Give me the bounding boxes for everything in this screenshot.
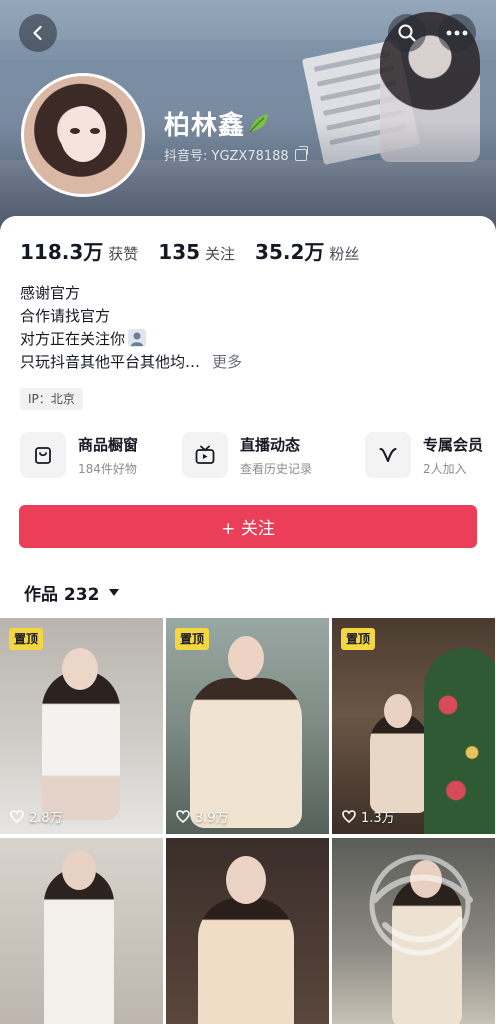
- bio-line-truncated: 只玩抖音其他平台其他均… 更多: [20, 351, 242, 374]
- service-title: 直播动态: [240, 435, 301, 454]
- uid-row[interactable]: 抖音号: YGZX78188: [164, 145, 308, 164]
- stat-label: 粉丝: [329, 245, 360, 263]
- caret-down-icon: [109, 589, 120, 596]
- likes-count: 1.3万: [361, 811, 395, 826]
- video-likes: 2.8万: [10, 807, 63, 826]
- heart-icon: [176, 810, 190, 823]
- video-thumbnail[interactable]: [166, 838, 329, 1024]
- likes-count: 3.9万: [195, 811, 229, 826]
- person-emoji-icon: [128, 329, 147, 347]
- search-icon: [398, 24, 416, 42]
- stat-followers[interactable]: 35.2万 粉丝: [255, 236, 359, 265]
- copy-icon[interactable]: [294, 145, 308, 161]
- follow-button[interactable]: + 关注: [19, 505, 477, 548]
- works-tab[interactable]: 作品 232: [24, 580, 120, 605]
- stat-likes: 118.3万 获赞: [20, 236, 138, 265]
- video-likes: 3.9万: [176, 807, 229, 826]
- stat-value: 135: [158, 240, 201, 264]
- service-title: 商品橱窗: [78, 435, 139, 454]
- avatar-eye-right: [90, 128, 100, 134]
- video-thumbnail[interactable]: [0, 838, 163, 1024]
- shopping-bag-icon: [20, 432, 66, 478]
- services-row: 商品橱窗 184件好物 直播动态 查看历史记录 专属会员 2人加入: [20, 432, 490, 482]
- back-button[interactable]: [19, 14, 57, 52]
- stat-label: 获赞: [108, 245, 139, 263]
- search-button[interactable]: [388, 14, 426, 52]
- heart-icon: [342, 810, 356, 823]
- likes-count: 2.8万: [29, 811, 63, 826]
- video-grid: 置顶 2.8万 置顶 3.9万 置顶 1.3万: [0, 618, 496, 1024]
- pinned-badge: 置顶: [341, 628, 376, 650]
- service-subtitle: 2人加入: [423, 461, 467, 476]
- bio-line-follows-you: 对方正在关注你: [20, 328, 242, 351]
- stats-row: 118.3万 获赞 135 关注 35.2万 粉丝: [20, 236, 359, 265]
- works-tab-label: 作品 232: [24, 585, 100, 605]
- avatar-eye-left: [70, 128, 80, 134]
- chevron-left-icon: [33, 25, 42, 41]
- stat-label: 关注: [205, 245, 236, 263]
- service-live-activity[interactable]: 直播动态 查看历史记录: [182, 432, 312, 478]
- more-options-button[interactable]: [438, 14, 476, 52]
- service-membership[interactable]: 专属会员 2人加入: [365, 432, 483, 478]
- live-tv-icon: [182, 432, 228, 478]
- watermark-logo: [369, 854, 473, 956]
- stat-value: 118.3万: [20, 240, 104, 264]
- more-dots-icon: [446, 30, 468, 36]
- stat-following[interactable]: 135 关注: [158, 240, 235, 264]
- bio-line: 感谢官方: [20, 284, 81, 302]
- bio-line-text: 对方正在关注你: [20, 330, 126, 348]
- video-thumbnail[interactable]: 置顶 1.3万: [332, 618, 495, 834]
- video-thumbnail[interactable]: 置顶 3.9万: [166, 618, 329, 834]
- video-likes: 1.3万: [342, 807, 395, 826]
- service-shop-window[interactable]: 商品橱窗 184件好物: [20, 432, 138, 478]
- pinned-badge: 置顶: [175, 628, 210, 650]
- video-thumbnail[interactable]: 置顶 2.8万: [0, 618, 163, 834]
- bio-more-link[interactable]: 更多: [212, 353, 242, 371]
- service-subtitle: 查看历史记录: [240, 461, 313, 476]
- bio-line-text: 只玩抖音其他平台其他均…: [20, 353, 201, 371]
- profile-nickname: 柏林鑫: [164, 111, 246, 141]
- avatar[interactable]: [21, 73, 145, 197]
- heart-icon: [10, 810, 24, 823]
- service-subtitle: 184件好物: [78, 461, 137, 476]
- leaf-emoji-icon: [249, 114, 268, 133]
- pinned-badge: 置顶: [9, 628, 44, 650]
- bio-line: 合作请找官方: [20, 307, 111, 325]
- stat-value: 35.2万: [255, 240, 325, 264]
- uid-text: 抖音号: YGZX78188: [164, 149, 289, 164]
- service-title: 专属会员: [423, 435, 484, 454]
- profile-bio: 感谢官方 合作请找官方 对方正在关注你 只玩抖音其他平台其他均… 更多: [20, 282, 242, 374]
- member-v-icon: [365, 432, 411, 478]
- ip-location-tag: IP：北京: [20, 388, 83, 410]
- avatar-face: [60, 106, 106, 162]
